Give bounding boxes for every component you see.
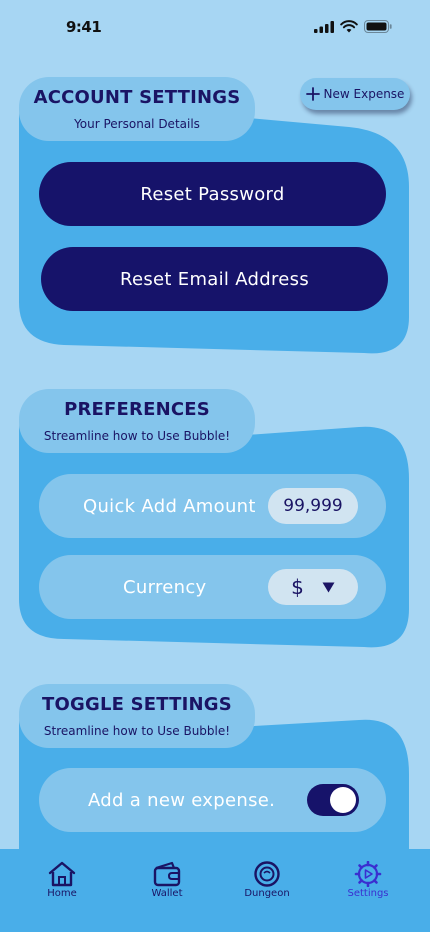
account-settings-title: ACCOUNT SETTINGS	[33, 87, 241, 108]
gear-icon	[354, 861, 382, 887]
reset-email-button[interactable]: Reset Email Address	[41, 247, 388, 311]
status-bar: 9:41	[0, 0, 430, 56]
quick-add-amount-input[interactable]: 99,999	[268, 488, 358, 524]
status-icons	[314, 20, 392, 33]
preferences-card: PREFERENCES Streamline how to Use Bubble…	[19, 389, 409, 649]
bottom-tab-bar: Home Wallet Dungeon Settings	[0, 849, 430, 932]
dropdown-triangle-icon	[322, 582, 335, 592]
tab-settings-label: Settings	[347, 888, 389, 899]
home-icon	[48, 861, 76, 887]
tab-wallet-label: Wallet	[151, 888, 183, 899]
tab-dungeon-label: Dungeon	[244, 888, 290, 899]
currency-value: $	[291, 575, 304, 599]
wallet-icon	[153, 861, 181, 887]
toggle-knob	[330, 787, 356, 813]
toggle-settings-title: TOGGLE SETTINGS	[42, 694, 232, 715]
battery-icon	[364, 20, 392, 33]
add-expense-label: Add a new expense.	[88, 789, 276, 811]
toggle-settings-header: TOGGLE SETTINGS Streamline how to Use Bu…	[19, 684, 255, 748]
currency-label: Currency	[123, 576, 207, 598]
tab-wallet[interactable]: Wallet	[127, 861, 207, 899]
tab-settings[interactable]: Settings	[328, 861, 408, 899]
add-expense-toggle[interactable]	[307, 784, 359, 816]
tab-home-label: Home	[47, 888, 77, 899]
reset-password-button[interactable]: Reset Password	[39, 162, 386, 226]
account-settings-header: ACCOUNT SETTINGS Your Personal Details	[19, 77, 255, 141]
account-settings-subtitle: Your Personal Details	[74, 117, 200, 131]
toggle-settings-subtitle: Streamline how to Use Bubble!	[43, 724, 231, 738]
tab-dungeon[interactable]: Dungeon	[227, 861, 307, 899]
preferences-header: PREFERENCES Streamline how to Use Bubble…	[19, 389, 255, 453]
account-settings-card: ACCOUNT SETTINGS Your Personal Details R…	[19, 77, 409, 355]
tab-home[interactable]: Home	[22, 861, 102, 899]
wifi-icon	[340, 20, 358, 33]
currency-select[interactable]: $	[268, 569, 358, 605]
preferences-title: PREFERENCES	[64, 399, 210, 420]
quick-add-row: Quick Add Amount 99,999	[39, 474, 386, 538]
preferences-subtitle: Streamline how to Use Bubble!	[43, 429, 231, 443]
currency-row: Currency $	[39, 555, 386, 619]
add-expense-toggle-row: Add a new expense.	[39, 768, 386, 832]
status-time: 9:41	[66, 18, 102, 36]
dungeon-icon	[254, 861, 280, 887]
quick-add-label: Quick Add Amount	[83, 495, 256, 517]
cellular-signal-icon	[314, 20, 334, 33]
